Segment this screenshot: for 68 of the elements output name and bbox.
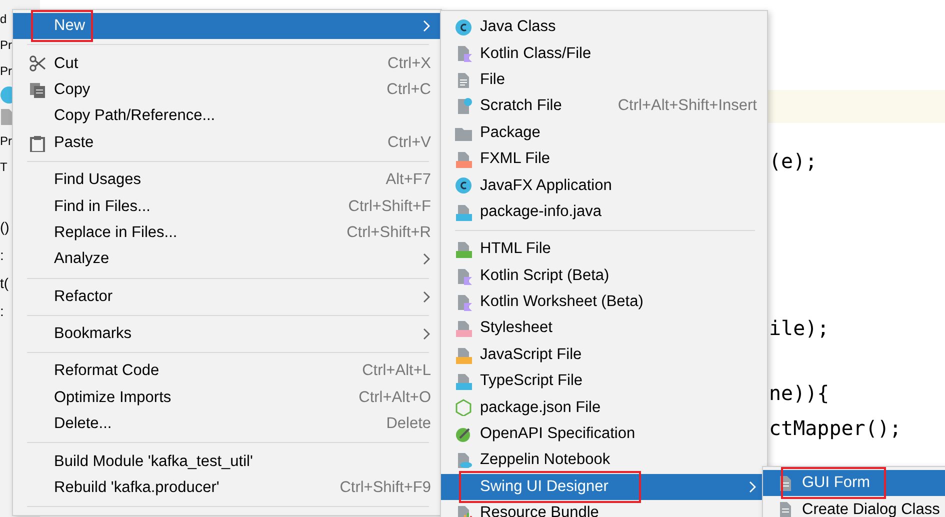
menu-item[interactable]: Rebuild 'kafka.producer' Ctrl+Shift+F9 <box>13 474 441 502</box>
tree-label: Pr <box>0 37 12 54</box>
code-line: (e); <box>769 148 818 175</box>
console-text: : <box>0 302 4 321</box>
menu-item[interactable]: TypeScript File <box>441 368 767 394</box>
bundle-icon <box>455 505 472 517</box>
class-icon <box>455 177 472 194</box>
menu-item[interactable]: Copy Path/Reference... <box>13 103 441 130</box>
menu-item[interactable]: Replace in Files... Ctrl+Shift+R <box>13 220 441 246</box>
menu-item[interactable]: GUI Form <box>763 470 945 496</box>
menu-item[interactable]: Kotlin Script (Beta) <box>441 262 767 289</box>
menu-item[interactable]: Paste Ctrl+V <box>13 130 441 156</box>
console-text: t( <box>0 274 9 293</box>
kotlin-file-icon <box>455 45 472 62</box>
zeppelin-icon <box>455 452 472 470</box>
kotlin-file-icon <box>455 268 472 285</box>
class-icon <box>455 19 472 36</box>
menu-item[interactable]: Delete... Delete <box>13 411 441 438</box>
menu-item[interactable]: HTML File <box>441 236 767 263</box>
scissors-icon <box>29 55 46 72</box>
file-icon <box>455 241 472 258</box>
scratch-file-icon <box>455 98 472 116</box>
menu-item[interactable]: Build Module 'kafka_test_util' <box>13 448 441 475</box>
menu-item[interactable]: FXML File <box>441 146 767 172</box>
file-icon <box>0 108 14 126</box>
menu-item[interactable]: Find Usages Alt+F7 <box>13 166 441 194</box>
file-icon <box>455 346 472 364</box>
menu-item[interactable]: Java Class <box>441 14 767 40</box>
tree-label: Pr <box>0 63 12 80</box>
menu-item[interactable]: package.json File <box>441 394 767 421</box>
menu-item[interactable]: Refactor <box>13 284 441 310</box>
file-icon <box>455 150 472 168</box>
clipboard-icon <box>29 134 46 152</box>
file-icon <box>455 373 472 390</box>
menu-item[interactable]: Bookmarks <box>13 320 441 348</box>
copy-icon <box>29 82 46 99</box>
menu-item[interactable]: Optimize Imports Ctrl+Alt+O <box>13 384 441 412</box>
console-text: () <box>0 218 10 237</box>
menu-item[interactable]: Kotlin Class/File <box>441 40 767 67</box>
tree-label: d <box>0 11 7 28</box>
menu-item[interactable]: Reformat Code Ctrl+Alt+L <box>13 358 441 385</box>
menu-item[interactable]: Stylesheet <box>441 315 767 342</box>
menu-item[interactable]: File <box>441 66 767 94</box>
hexagon-icon <box>455 399 472 416</box>
kotlin-file-icon <box>455 294 472 311</box>
menu-item[interactable]: Kotlin Worksheet (Beta) <box>441 288 767 316</box>
tree-label: Pr <box>0 133 12 150</box>
file-icon <box>455 320 472 338</box>
menu-item[interactable]: New <box>13 13 441 40</box>
menu-item[interactable]: package-info.java <box>441 198 767 226</box>
code-line: ctMapper(); <box>769 415 902 442</box>
openapi-icon <box>455 426 472 443</box>
file-icon <box>455 204 472 221</box>
code-line: ile); <box>769 315 830 342</box>
menu-item[interactable]: Cut Ctrl+X <box>13 50 441 77</box>
menu-item[interactable]: Copy Ctrl+C <box>13 76 441 104</box>
tree-label: T <box>0 159 8 176</box>
form-icon <box>777 501 794 517</box>
console-text: : <box>0 246 4 265</box>
file-icon <box>455 72 472 89</box>
menu-item[interactable]: OpenAPI Specification <box>441 420 767 448</box>
code-line: ne)){ <box>769 380 830 407</box>
menu-item[interactable]: Package <box>441 120 767 146</box>
menu-item[interactable]: Analyze <box>13 246 441 273</box>
menu-item[interactable]: JavaScript File <box>441 342 767 368</box>
menu-item[interactable]: JavaFX Application <box>441 172 767 199</box>
menu-item[interactable]: Scratch File Ctrl+Alt+Shift+Insert <box>441 93 767 120</box>
menu-item[interactable]: Find in Files... Ctrl+Shift+F <box>13 193 441 220</box>
